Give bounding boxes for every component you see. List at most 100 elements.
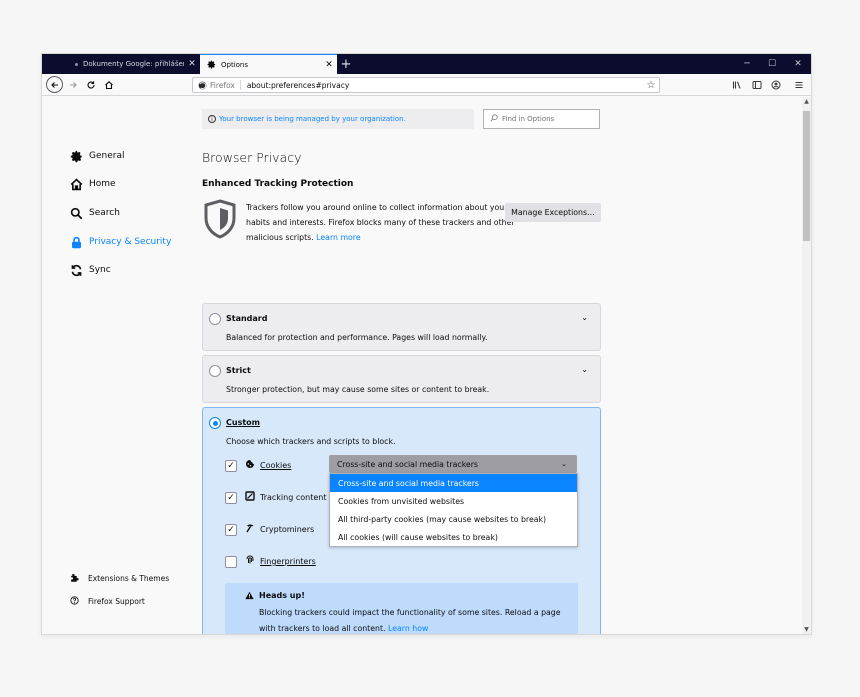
- warning-icon: [245, 591, 254, 602]
- sidebar-item-label: Search: [89, 208, 120, 218]
- site-identity-label: Firefox: [210, 80, 235, 90]
- scroll-up-icon[interactable]: ▲: [802, 98, 811, 105]
- cookie-type-select[interactable]: Cross-site and social media trackers ⌄: [329, 455, 577, 473]
- fingerprint-icon: [244, 555, 255, 568]
- cookie-option[interactable]: All third-party cookies (may cause websi…: [330, 510, 577, 528]
- sidebar-footer-label: Extensions & Themes: [88, 574, 170, 583]
- search-icon: [69, 206, 83, 220]
- policy-notice-text: Your browser is being managed by your or…: [219, 115, 406, 123]
- scroll-down-icon[interactable]: ▼: [802, 626, 811, 633]
- etp-description-text: Trackers follow you around online to col…: [246, 203, 546, 242]
- section-title: Enhanced Tracking Protection: [202, 179, 354, 189]
- tab-close-icon[interactable]: ✕: [321, 60, 337, 70]
- policy-notice[interactable]: i Your browser is being managed by your …: [202, 109, 474, 129]
- custom-description: Choose which trackers and scripts to blo…: [226, 437, 396, 446]
- tracking-content-label: Tracking content: [260, 493, 327, 502]
- help-icon: [69, 596, 79, 607]
- tracker-tracking-content[interactable]: ✓ Tracking content: [225, 491, 326, 504]
- tab-close-icon[interactable]: ✕: [184, 59, 200, 69]
- strict-radio[interactable]: [209, 365, 221, 377]
- sidebar-footer-label: Firefox Support: [88, 597, 145, 606]
- url-bar[interactable]: Firefox about:preferences#privacy ☆: [192, 77, 660, 93]
- page-title: Browser Privacy: [202, 150, 302, 165]
- sidebar-footer-extensions-themes[interactable]: Extensions & Themes: [69, 573, 169, 584]
- minimize-icon[interactable]: ─: [734, 54, 760, 74]
- library-icon[interactable]: [729, 77, 745, 93]
- nav-bar: Firefox about:preferences#privacy ☆: [42, 74, 811, 96]
- cookie-option[interactable]: All cookies (will cause websites to brea…: [330, 528, 577, 546]
- sidebar-item-general[interactable]: General: [69, 149, 124, 163]
- home-icon[interactable]: [101, 77, 117, 93]
- tab-options[interactable]: Options ✕: [200, 54, 337, 74]
- cookie-option[interactable]: Cookies from unvisited websites: [330, 492, 577, 510]
- firefox-logo-icon: [198, 81, 207, 89]
- tab-strip: Dokumenty Google: přihlášení ✕ Options ✕…: [42, 54, 811, 74]
- mode-card-strict[interactable]: Strict ⌄ Stronger protection, but may ca…: [202, 355, 601, 403]
- tracking-content-checkbox[interactable]: ✓: [225, 491, 237, 504]
- cookie-type-value: Cross-site and social media trackers: [337, 459, 478, 469]
- cookies-label: Cookies: [260, 461, 292, 470]
- forward-icon[interactable]: [65, 77, 81, 93]
- chevron-down-icon[interactable]: ⌄: [581, 365, 588, 374]
- sidebar-item-privacy-security[interactable]: Privacy & Security: [69, 235, 171, 249]
- chevron-down-icon[interactable]: ⌄: [581, 313, 588, 322]
- pickaxe-icon: [244, 523, 255, 536]
- maximize-icon[interactable]: ☐: [759, 54, 785, 74]
- fingerprinters-checkbox[interactable]: [225, 555, 237, 568]
- tracking-content-icon: [244, 491, 255, 504]
- sidebar-item-search[interactable]: Search: [69, 206, 120, 220]
- sidebar-item-sync[interactable]: Sync: [69, 263, 111, 277]
- tab-title: Dokumenty Google: přihlášení: [83, 60, 184, 68]
- tracker-cookies[interactable]: ✓ Cookies: [225, 459, 291, 472]
- fingerprinters-label: Fingerprinters: [260, 557, 316, 566]
- sidebar-item-label: Home: [89, 179, 116, 189]
- info-icon: i: [208, 115, 216, 123]
- cryptominers-checkbox[interactable]: ✓: [225, 523, 237, 536]
- tab-indicator-icon: [75, 62, 78, 66]
- back-icon[interactable]: [46, 76, 63, 93]
- search-icon: [490, 114, 498, 124]
- custom-radio[interactable]: [209, 417, 221, 429]
- sidebar-item-label: Sync: [89, 265, 111, 275]
- standard-radio[interactable]: [209, 313, 221, 325]
- cookie-option[interactable]: Cross-site and social media trackers: [330, 474, 577, 492]
- account-icon[interactable]: [768, 77, 784, 93]
- strict-label: Strict: [226, 366, 251, 375]
- url-text[interactable]: about:preferences#privacy: [241, 81, 643, 90]
- gear-icon: [207, 60, 216, 69]
- cookie-icon: [244, 459, 255, 472]
- cookies-checkbox[interactable]: ✓: [225, 459, 237, 472]
- tracker-cryptominers[interactable]: ✓ Cryptominers: [225, 523, 314, 536]
- sidebar-toggle-icon[interactable]: [749, 77, 765, 93]
- sidebar-item-home[interactable]: Home: [69, 177, 116, 191]
- shield-icon: [203, 199, 237, 239]
- manage-exceptions-button[interactable]: Manage Exceptions…: [505, 203, 601, 222]
- window-close-icon[interactable]: ✕: [785, 54, 811, 74]
- standard-description: Balanced for protection and performance.…: [226, 333, 488, 342]
- heads-up-learn-how-link[interactable]: Learn how: [388, 624, 428, 633]
- chevron-down-icon: ⌄: [561, 460, 567, 468]
- sidebar-footer-firefox-support[interactable]: Firefox Support: [69, 596, 145, 607]
- gear-icon: [69, 149, 83, 163]
- cookie-type-dropdown: Cross-site and social media trackers Coo…: [329, 473, 578, 547]
- strict-description: Stronger protection, but may cause some …: [226, 385, 490, 394]
- tracker-fingerprinters[interactable]: Fingerprinters: [225, 555, 316, 568]
- site-identity[interactable]: Firefox: [193, 80, 241, 90]
- sidebar-item-label: General: [89, 151, 125, 161]
- cryptominers-label: Cryptominers: [260, 525, 315, 534]
- bookmark-star-icon[interactable]: ☆: [643, 80, 659, 91]
- mode-card-custom[interactable]: Custom Choose which trackers and scripts…: [202, 407, 601, 634]
- tab-google-docs[interactable]: Dokumenty Google: přihlášení ✕: [67, 54, 200, 74]
- new-tab-button[interactable]: +: [337, 54, 355, 74]
- home-icon: [69, 177, 83, 191]
- reload-icon[interactable]: [83, 77, 99, 93]
- scrollbar[interactable]: ▲ ▼: [802, 97, 811, 634]
- scroll-thumb[interactable]: [803, 111, 810, 241]
- heads-up-title: Heads up!: [259, 591, 305, 600]
- etp-learn-more-link[interactable]: Learn more: [316, 233, 360, 242]
- heads-up-body: Blocking trackers could impact the funct…: [259, 605, 569, 634]
- search-input[interactable]: Find in Options: [483, 109, 600, 129]
- preferences-page: General Home Search Privacy & Security S…: [42, 97, 802, 634]
- menu-icon[interactable]: [791, 77, 807, 93]
- mode-card-standard[interactable]: Standard ⌄ Balanced for protection and p…: [202, 303, 601, 351]
